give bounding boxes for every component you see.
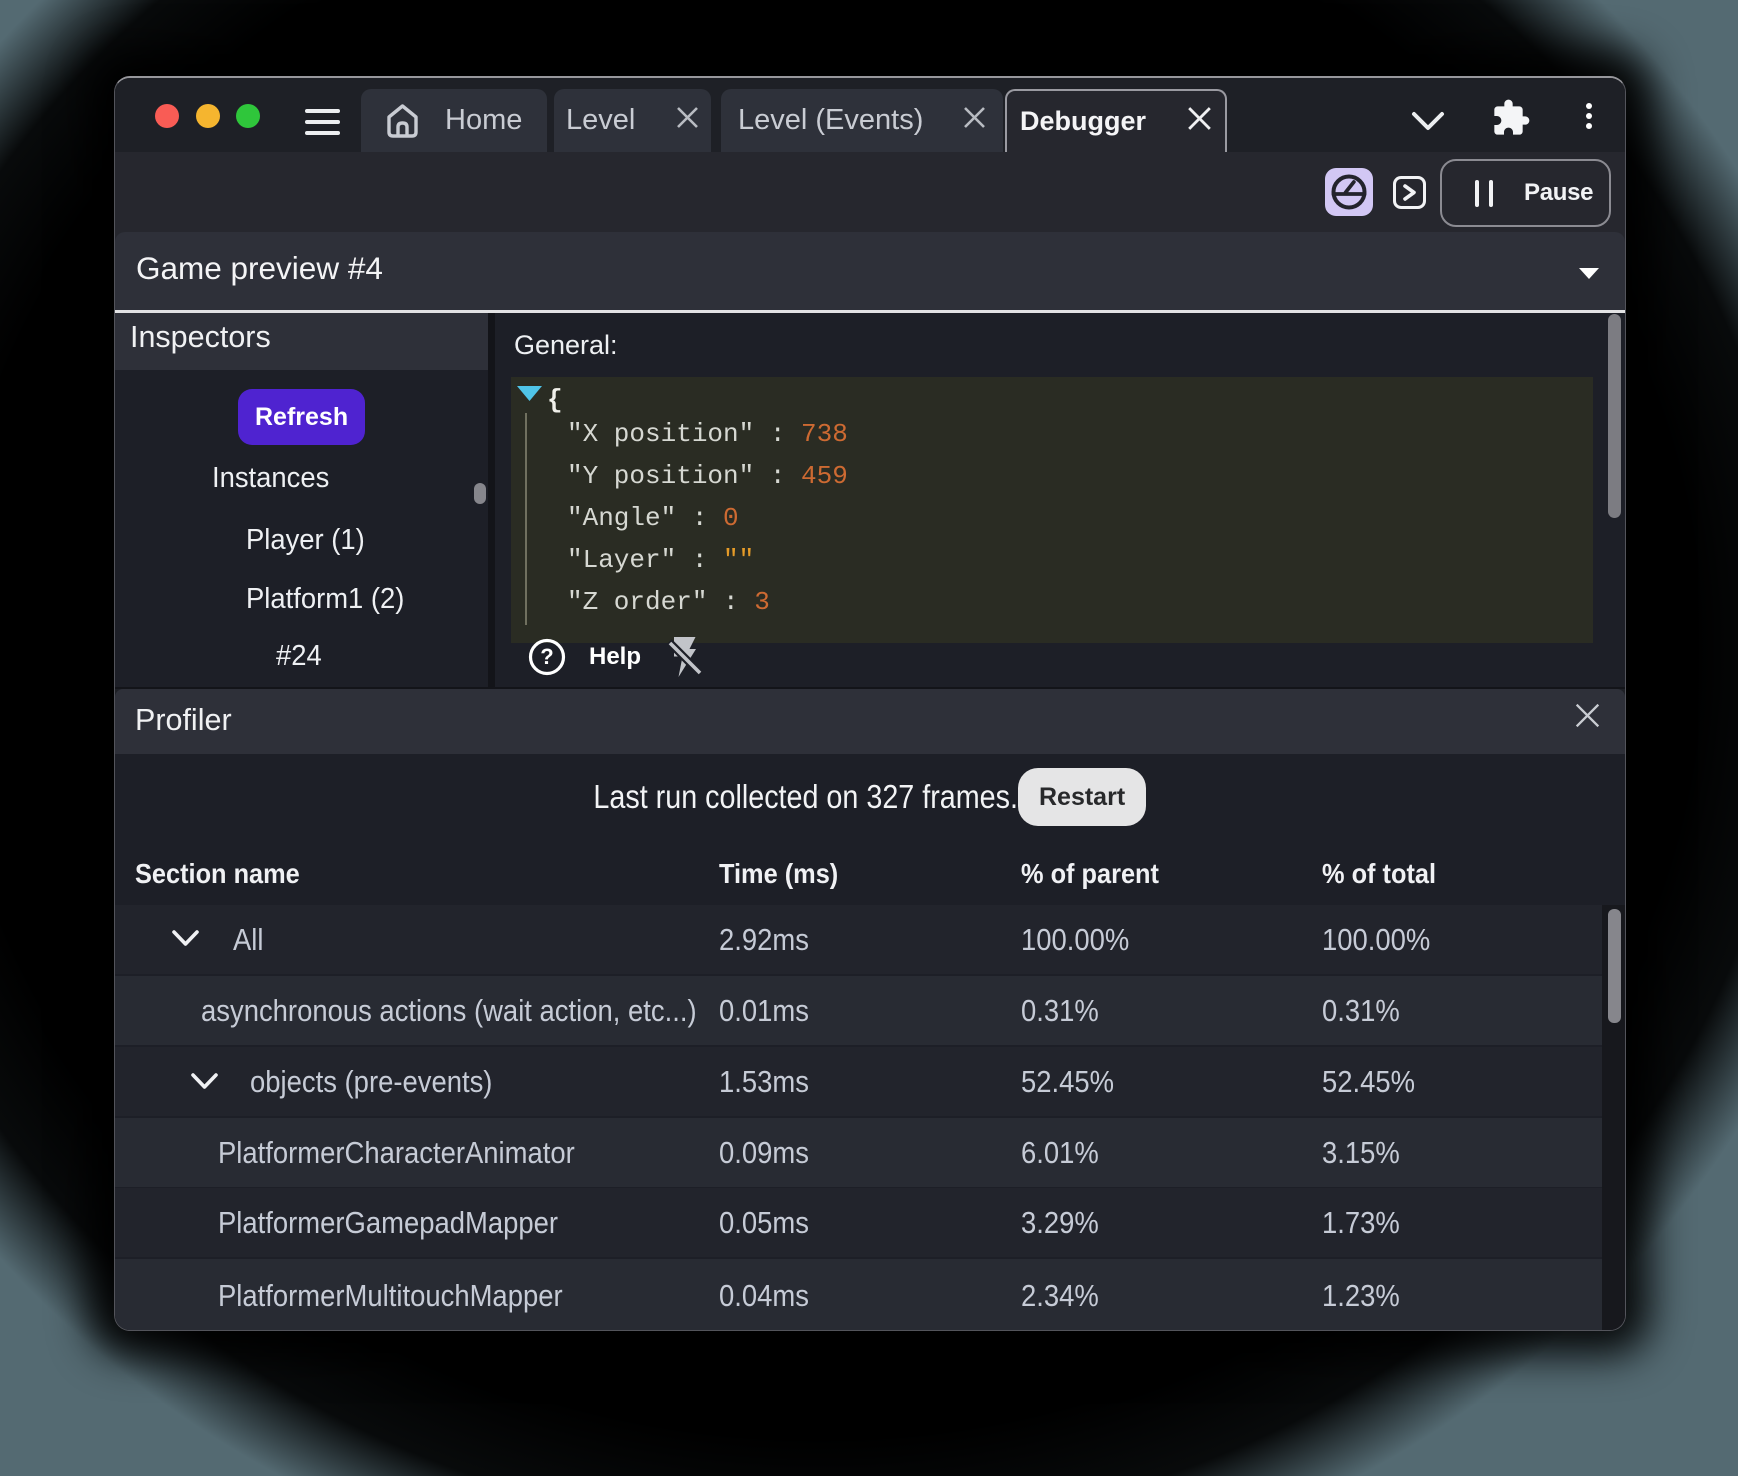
svg-text:?: ? [540,644,553,669]
